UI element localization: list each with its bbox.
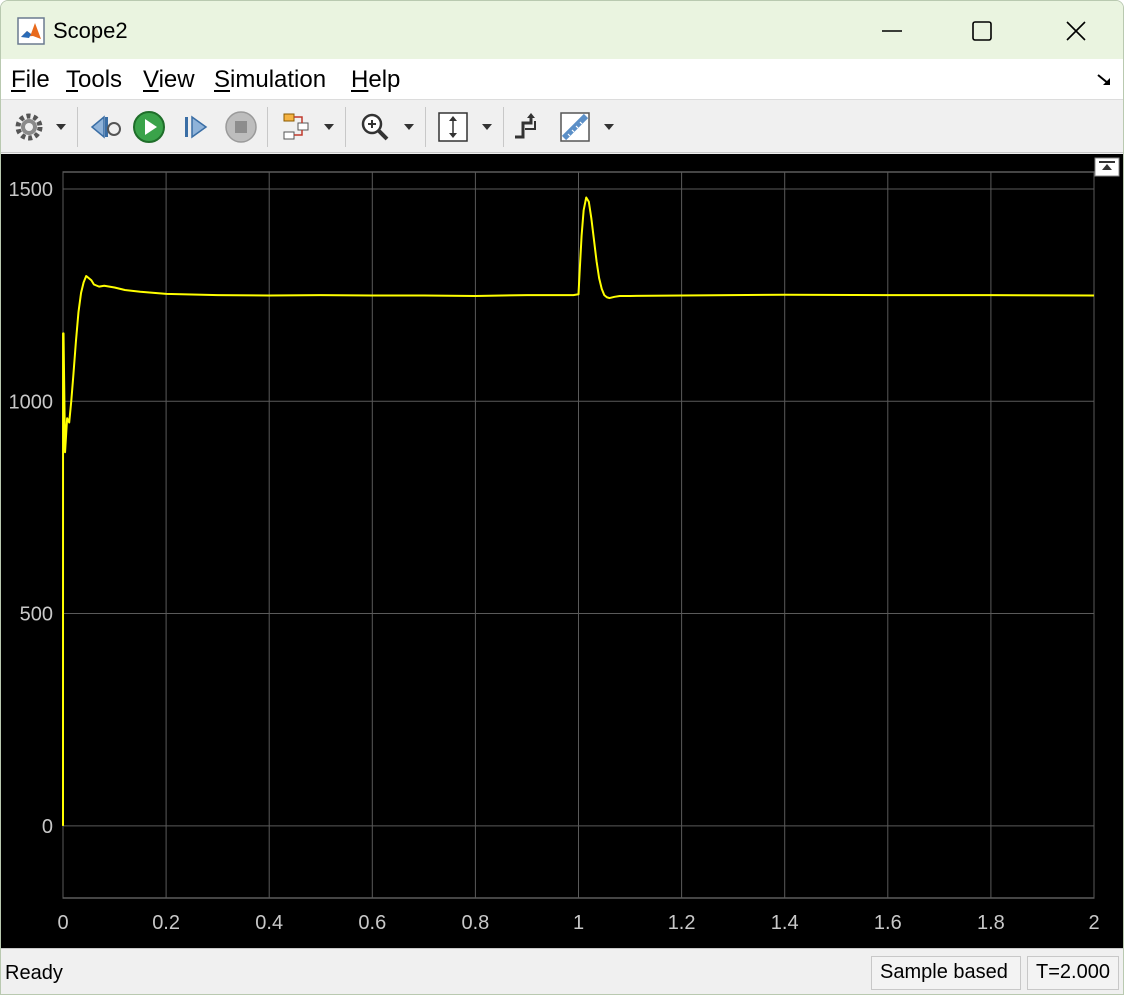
menu-view[interactable]: View	[143, 66, 195, 94]
measurements-dropdown[interactable]	[601, 109, 617, 145]
menu-view-label: iew	[158, 66, 195, 93]
stop-icon	[225, 111, 257, 143]
title-bar[interactable]: Scope2	[1, 1, 1123, 59]
y-tick-label: 0	[42, 816, 53, 838]
menu-file[interactable]: File	[11, 66, 50, 94]
x-tick-label: 0.2	[152, 912, 180, 934]
menu-view-mnemonic: V	[143, 66, 159, 93]
window-title: Scope2	[53, 18, 128, 43]
x-tick-label: 1	[573, 912, 584, 934]
triggers-icon	[515, 113, 536, 139]
menu-help[interactable]: Help	[351, 66, 400, 94]
simulation-time: T=2.000	[1027, 956, 1119, 990]
chevron-down-icon	[482, 124, 492, 130]
autoscale-button[interactable]	[433, 109, 473, 145]
chevron-down-icon	[604, 124, 614, 130]
measurements-button[interactable]	[555, 109, 595, 145]
close-icon	[1066, 21, 1086, 41]
zoom-icon	[361, 113, 389, 141]
x-tick-label: 1.6	[874, 912, 902, 934]
settings-dropdown[interactable]	[53, 109, 69, 145]
run-icon	[133, 111, 165, 143]
x-tick-label: 0.4	[255, 912, 283, 934]
menu-simulation-mnemonic: S	[214, 66, 231, 93]
y-tick-label: 500	[20, 604, 53, 626]
minimize-button[interactable]	[869, 9, 915, 53]
menu-simulation-label: imulation	[230, 66, 327, 93]
run-button[interactable]	[129, 109, 169, 145]
x-tick-label: 1.8	[977, 912, 1005, 934]
stop-button[interactable]	[221, 109, 261, 145]
dock-arrow-icon[interactable]	[1095, 71, 1115, 89]
toolbar-separator	[345, 107, 346, 147]
x-tick-label: 1.2	[668, 912, 696, 934]
measurements-icon	[560, 112, 590, 142]
x-tick-label: 1.4	[771, 912, 799, 934]
chevron-down-icon	[56, 124, 66, 130]
settings-button[interactable]	[9, 109, 49, 145]
gear-icon	[15, 113, 43, 141]
menu-file-mnemonic: F	[11, 66, 26, 93]
toolbar-separator	[425, 107, 426, 147]
step-forward-icon	[185, 115, 208, 139]
x-tick-label: 0.8	[461, 912, 489, 934]
close-button[interactable]	[1053, 9, 1099, 53]
toolbar-separator	[503, 107, 504, 147]
signal-selector-dropdown[interactable]	[321, 109, 337, 145]
triggers-button[interactable]	[507, 109, 547, 145]
autoscale-dropdown[interactable]	[479, 109, 495, 145]
menu-tools-label: ools	[78, 66, 123, 93]
chevron-down-icon	[404, 124, 414, 130]
menu-help-mnemonic: H	[351, 66, 369, 93]
x-tick-label: 2	[1088, 912, 1099, 934]
toolbar-separator	[267, 107, 268, 147]
maximize-button[interactable]	[959, 9, 1005, 53]
menu-tools[interactable]: Tools	[66, 66, 122, 94]
signal-selector-icon	[283, 113, 309, 140]
matlab-icon	[17, 17, 45, 45]
y-tick-label: 1000	[9, 391, 54, 413]
toolbar	[1, 101, 1123, 153]
status-bar: Ready Sample based T=2.000	[1, 948, 1123, 994]
step-back-button[interactable]	[85, 109, 125, 145]
minimize-icon	[882, 30, 902, 32]
toolbar-separator	[77, 107, 78, 147]
sample-mode-indicator: Sample based	[871, 956, 1021, 990]
y-tick-label: 1500	[9, 179, 54, 201]
scope-window: Scope2 File Tools View Simulation Help 0…	[0, 0, 1124, 995]
step-forward-button[interactable]	[175, 109, 215, 145]
chevron-down-icon	[324, 124, 334, 130]
scope-plot[interactable]: 0 0.2 0.4 0.6 0.8 1 1.2 1.4 1.6 1.8 2 0 500 1000 1500	[1, 154, 1124, 948]
menu-tools-mnemonic: T	[66, 66, 78, 93]
status-text: Ready	[5, 962, 63, 984]
undock-icon[interactable]	[1094, 157, 1120, 177]
x-tick-label: 0	[57, 912, 68, 934]
autoscale-icon	[438, 112, 468, 142]
menu-simulation[interactable]: Simulation	[214, 66, 326, 94]
menu-help-label: elp	[368, 66, 401, 93]
maximize-icon	[972, 21, 992, 41]
menu-file-label: ile	[25, 66, 50, 93]
zoom-button[interactable]	[355, 109, 395, 145]
menu-bar: File Tools View Simulation Help	[1, 59, 1123, 100]
x-tick-label: 0.6	[358, 912, 386, 934]
step-back-icon	[90, 115, 121, 139]
zoom-dropdown[interactable]	[401, 109, 417, 145]
signal-selector-button[interactable]	[277, 109, 317, 145]
